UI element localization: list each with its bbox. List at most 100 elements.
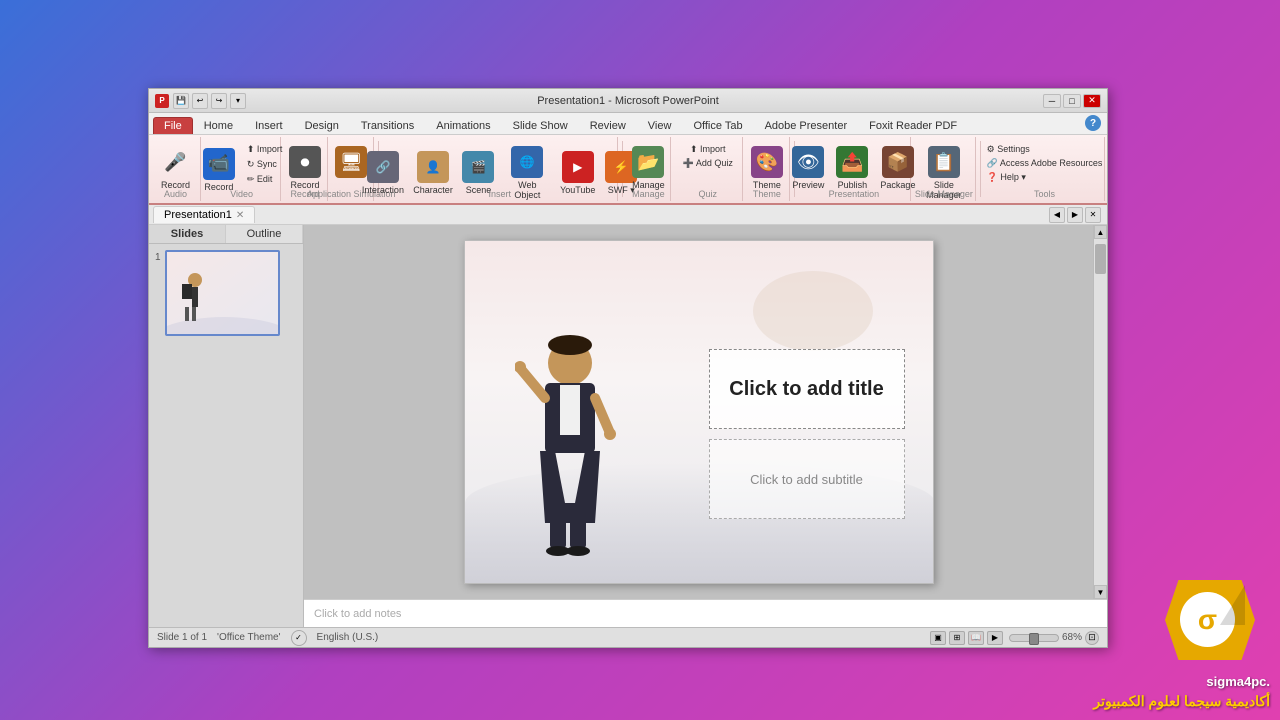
youtube-button[interactable]: ▶ YouTube: [556, 148, 599, 198]
scroll-left-btn[interactable]: ◀: [1049, 207, 1065, 223]
presenter-figure: [515, 323, 645, 563]
vertical-scrollbar[interactable]: ▲ ▼: [1093, 225, 1107, 599]
outline-tab[interactable]: Outline: [226, 225, 303, 243]
watermark-brand: sigma4pc.: [1206, 674, 1270, 689]
tab-design[interactable]: Design: [294, 117, 350, 134]
tab-review[interactable]: Review: [579, 117, 637, 134]
tab-slideshow[interactable]: Slide Show: [502, 117, 579, 134]
ribbon-group-presentation: 👁 Preview 📤 Publish 📦 Package Presentati…: [798, 137, 910, 201]
slide-subtitle-placeholder[interactable]: Click to add subtitle: [709, 439, 905, 519]
slide-title-placeholder[interactable]: Click to add title: [709, 349, 905, 429]
slide-thumbnail-area: 1: [149, 244, 303, 627]
maximize-button[interactable]: □: [1063, 94, 1081, 108]
help-button[interactable]: ?: [1085, 115, 1101, 131]
doc-tab-presentation1[interactable]: Presentation1 ✕: [153, 206, 255, 223]
scroll-track: [1094, 239, 1107, 585]
video-group-label: Video: [230, 189, 253, 199]
character-button[interactable]: 👤 Character: [410, 148, 457, 198]
audio-group-label: Audio: [164, 189, 187, 199]
slide-1-number: 1: [155, 250, 161, 263]
scene-icon: 🎬: [462, 151, 494, 183]
language-info: English (U.S.): [317, 632, 379, 643]
package-icon: 📦: [882, 146, 914, 178]
zoom-slider[interactable]: [1009, 634, 1059, 642]
canvas-area: Click to add title Click to add subtitle: [304, 225, 1093, 599]
publish-icon: 📤: [836, 146, 868, 178]
watermark: σ sigma4pc. أكاديمية سيجما لعلوم الكمبيو…: [1093, 580, 1270, 710]
main-area: Slides Outline 1: [149, 225, 1107, 627]
minimize-button[interactable]: ─: [1043, 94, 1061, 108]
record-audio-button[interactable]: 🎤 Record: [155, 143, 197, 193]
publish-button[interactable]: 📤 Publish: [831, 143, 873, 193]
manage-icon: 📂: [632, 146, 664, 178]
scroll-up-btn[interactable]: ▲: [1094, 225, 1107, 239]
slide-info: Slide 1 of 1: [157, 632, 207, 643]
close-button[interactable]: ✕: [1083, 94, 1101, 108]
sigma-logo: σ: [1160, 580, 1270, 670]
presentation-group-label: Presentation: [829, 189, 880, 199]
redo-qat-btn[interactable]: ↪: [211, 93, 227, 109]
close-doc-btn[interactable]: ✕: [1085, 207, 1101, 223]
undo-qat-btn[interactable]: ↩: [192, 93, 208, 109]
scroll-right-btn[interactable]: ▶: [1067, 207, 1083, 223]
title-bar: P 💾 ↩ ↪ ▾ Presentation1 - Microsoft Powe…: [149, 89, 1107, 113]
app-window: P 💾 ↩ ↪ ▾ Presentation1 - Microsoft Powe…: [148, 88, 1108, 648]
preview-icon: 👁: [792, 146, 824, 178]
ribbon-group-video: 📹 Record ⬆ Import ↻ Sync ✏ Edit Video: [203, 137, 281, 201]
tab-insert[interactable]: Insert: [244, 117, 294, 134]
slide-canvas[interactable]: Click to add title Click to add subtitle: [464, 240, 934, 584]
theme-button[interactable]: 🎨 Theme: [746, 143, 788, 193]
status-right: ▣ ⊞ 📖 ▶ 68% ⊡: [930, 631, 1099, 645]
slides-tab[interactable]: Slides: [149, 225, 226, 243]
document-tabs: Presentation1 ✕ ◀ ▶ ✕: [149, 205, 1107, 225]
webobject-icon: 🌐: [511, 146, 543, 178]
record-icon: ⏺: [289, 146, 321, 178]
powerpoint-icon: P: [155, 94, 169, 108]
scroll-thumb[interactable]: [1095, 244, 1106, 274]
record-video-button[interactable]: 📹 Record: [198, 145, 240, 195]
video-icon: 📹: [203, 148, 235, 180]
slide-sorter-btn[interactable]: ⊞: [949, 631, 965, 645]
add-quiz-button[interactable]: ➕ Add Quiz: [680, 157, 736, 170]
slideshow-view-btn[interactable]: ▶: [987, 631, 1003, 645]
status-icon: ✓: [291, 630, 307, 646]
zoom-level: 68%: [1062, 632, 1082, 643]
import-quiz-button[interactable]: ⬆ Import: [687, 143, 729, 156]
slide-1-thumbnail[interactable]: [165, 250, 280, 336]
ribbon-group-quiz: ⬆ Import ➕ Add Quiz Quiz: [673, 137, 743, 201]
help-tools-button[interactable]: ❓ Help ▾: [984, 171, 1029, 184]
customize-qat-btn[interactable]: ▾: [230, 93, 246, 109]
tab-home[interactable]: Home: [193, 117, 244, 134]
slidemanager-icon: 📋: [928, 146, 960, 178]
manage-button[interactable]: 📂 Manage: [627, 143, 670, 193]
import-video-button[interactable]: ⬆ Import: [244, 143, 286, 156]
tab-transitions[interactable]: Transitions: [350, 117, 425, 134]
edit-video-button[interactable]: ✏ Edit: [244, 173, 286, 186]
tab-view[interactable]: View: [637, 117, 683, 134]
notes-area[interactable]: Click to add notes: [304, 599, 1107, 627]
reading-view-btn[interactable]: 📖: [968, 631, 984, 645]
slide-panel-tabs: Slides Outline: [149, 225, 303, 244]
tab-file[interactable]: File: [153, 117, 193, 134]
zoom-controls: 68% ⊡: [1009, 631, 1099, 645]
slide-bg-decoration: [753, 271, 873, 351]
tab-adobe[interactable]: Adobe Presenter: [754, 117, 859, 134]
preview-button[interactable]: 👁 Preview: [787, 143, 829, 193]
tab-animations[interactable]: Animations: [425, 117, 501, 134]
sync-button[interactable]: ↻ Sync: [244, 158, 286, 171]
window-controls: ─ □ ✕: [1043, 94, 1101, 108]
doc-tab-close-button[interactable]: ✕: [236, 210, 244, 221]
quiz-group-label: Quiz: [698, 189, 717, 199]
normal-view-btn[interactable]: ▣: [930, 631, 946, 645]
adobe-resources-button[interactable]: 🔗 Access Adobe Resources: [984, 157, 1106, 170]
record-button[interactable]: ⏺ Record: [284, 143, 326, 193]
tab-foxit[interactable]: Foxit Reader PDF: [858, 117, 968, 134]
ribbon: 🎤 Record Audio 📹 Record ⬆ Import ↻ Sync …: [149, 135, 1107, 205]
settings-button[interactable]: ⚙ Settings: [984, 143, 1033, 156]
interaction-button[interactable]: 🔗 Interaction: [358, 148, 407, 198]
notes-placeholder: Click to add notes: [314, 608, 401, 620]
doc-tab-label: Presentation1: [164, 209, 232, 221]
zoom-thumb: [1029, 633, 1039, 645]
save-qat-btn[interactable]: 💾: [173, 93, 189, 109]
tab-officetab[interactable]: Office Tab: [682, 117, 753, 134]
